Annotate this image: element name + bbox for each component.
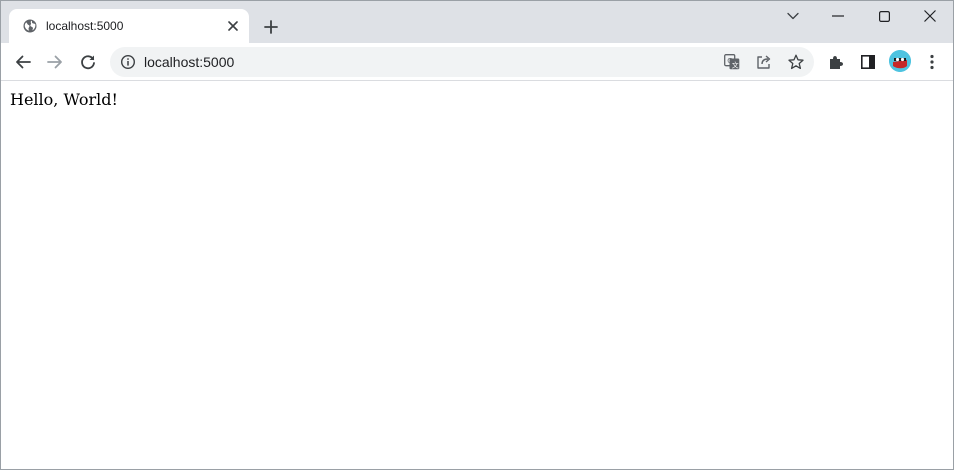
translate-icon[interactable]: G 文 — [723, 53, 741, 71]
kebab-menu-icon — [930, 54, 934, 70]
arrow-left-icon — [16, 55, 31, 69]
back-button[interactable] — [10, 49, 36, 75]
profile-avatar[interactable] — [889, 50, 911, 72]
forward-button[interactable] — [42, 49, 68, 75]
menu-button[interactable] — [919, 49, 945, 75]
star-icon[interactable] — [787, 53, 805, 71]
maximize-button[interactable] — [861, 1, 907, 31]
browser-window: localhost:5000 localhost:5000 G 文 Hello,… — [0, 0, 954, 470]
minimize-button[interactable] — [815, 1, 861, 31]
browser-toolbar: localhost:5000 G 文 — [1, 43, 953, 81]
tab-search-icon — [787, 12, 799, 20]
reload-icon — [81, 55, 95, 70]
page-content: Hello, World! — [1, 81, 953, 469]
side-panel-icon — [861, 55, 875, 69]
tab-strip: localhost:5000 — [1, 1, 953, 43]
side-panel-button[interactable] — [855, 49, 881, 75]
tab-close-icon[interactable] — [225, 18, 241, 34]
address-bar[interactable]: localhost:5000 G 文 — [110, 47, 814, 77]
close-icon — [924, 10, 936, 22]
minimize-icon — [832, 15, 844, 17]
close-window-button[interactable] — [907, 1, 953, 31]
browser-tab[interactable]: localhost:5000 — [9, 9, 249, 43]
svg-text:文: 文 — [732, 60, 739, 69]
extensions-button[interactable] — [823, 49, 849, 75]
new-tab-button[interactable] — [259, 15, 283, 39]
arrow-right-icon — [47, 55, 62, 69]
avatar-icon — [889, 50, 911, 72]
reload-button[interactable] — [75, 49, 101, 75]
puzzle-icon — [830, 56, 843, 69]
url-text[interactable]: localhost:5000 — [144, 55, 234, 70]
globe-icon — [23, 19, 37, 33]
plus-icon — [264, 20, 278, 34]
tab-title: localhost:5000 — [46, 19, 124, 33]
maximize-icon — [878, 10, 890, 22]
info-icon[interactable] — [120, 54, 136, 70]
page-body-text: Hello, World! — [10, 90, 118, 109]
tab-search-button[interactable] — [770, 1, 816, 31]
share-icon[interactable] — [755, 53, 773, 71]
